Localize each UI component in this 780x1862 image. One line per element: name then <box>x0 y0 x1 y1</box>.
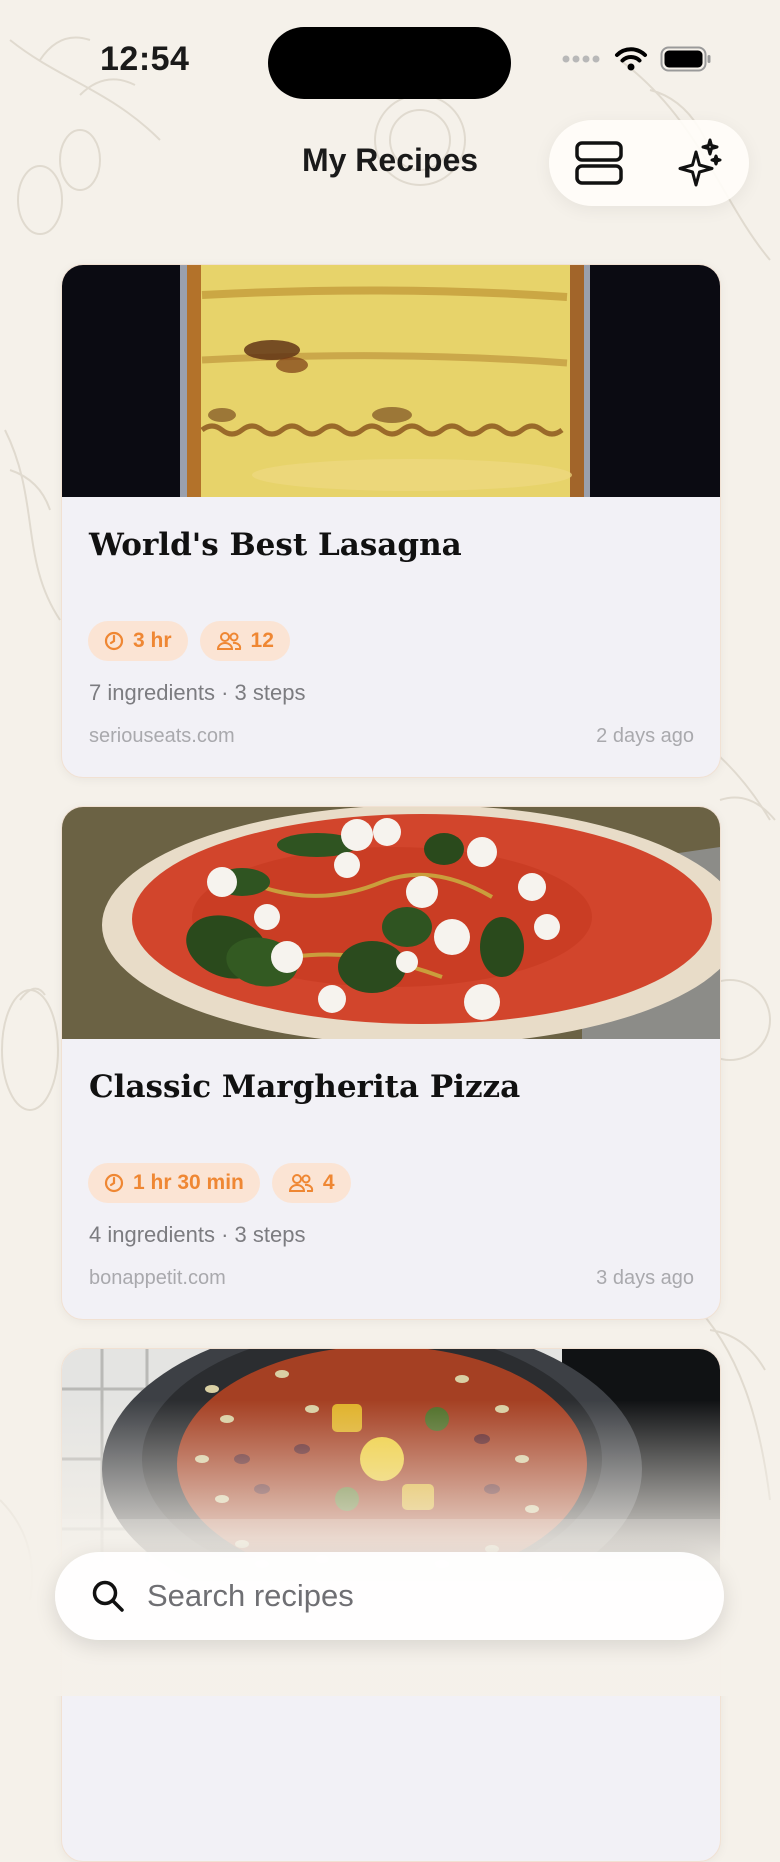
sparkles-icon <box>678 138 722 187</box>
status-time: 12:54 <box>100 40 190 78</box>
layout-toggle-icon <box>575 141 623 185</box>
recipe-image <box>62 807 720 1039</box>
people-icon <box>216 632 241 650</box>
clock-icon <box>104 631 124 651</box>
recipe-image <box>62 265 720 497</box>
servings-label: 4 <box>322 1171 335 1194</box>
recipe-title: Classic Margherita Pizza <box>89 1069 521 1105</box>
search-bar[interactable] <box>55 1552 724 1640</box>
recipe-card[interactable]: World's Best Lasagna 3 hr 12 7 ingredien… <box>61 264 721 778</box>
header-actions <box>549 120 749 206</box>
time-chip: 3 hr <box>88 621 188 661</box>
recipe-summary: 7 ingredients · 3 steps <box>89 680 306 705</box>
recipe-card[interactable]: Classic Margherita Pizza 1 hr 30 min 4 4… <box>61 806 721 1320</box>
dynamic-island <box>268 27 511 99</box>
clock-icon <box>104 1173 124 1193</box>
recipe-source: seriouseats.com <box>89 725 235 747</box>
recipe-source: bonappetit.com <box>89 1267 226 1289</box>
servings-label: 12 <box>250 629 274 652</box>
recipe-chips: 1 hr 30 min 4 <box>88 1163 351 1203</box>
wifi-icon <box>615 47 647 71</box>
layout-toggle-button[interactable] <box>564 128 634 198</box>
recipe-chips: 3 hr 12 <box>88 621 290 661</box>
battery-icon <box>660 46 711 72</box>
recipe-summary: 4 ingredients · 3 steps <box>89 1222 306 1247</box>
search-icon <box>92 1580 124 1612</box>
recipe-title: World's Best Lasagna <box>89 527 462 563</box>
time-label: 3 hr <box>133 629 172 652</box>
time-chip: 1 hr 30 min <box>88 1163 260 1203</box>
time-label: 1 hr 30 min <box>133 1171 244 1194</box>
people-icon <box>288 1174 313 1192</box>
status-icons <box>562 46 712 72</box>
servings-chip: 12 <box>199 621 290 661</box>
search-input[interactable] <box>145 1577 669 1615</box>
ai-generate-button[interactable] <box>664 128 734 198</box>
signal-icon <box>562 55 600 63</box>
recipe-added-date: 2 days ago <box>596 725 694 747</box>
bottom-fade <box>0 1400 780 1696</box>
recipe-added-date: 3 days ago <box>596 1267 694 1289</box>
servings-chip: 4 <box>271 1163 351 1203</box>
